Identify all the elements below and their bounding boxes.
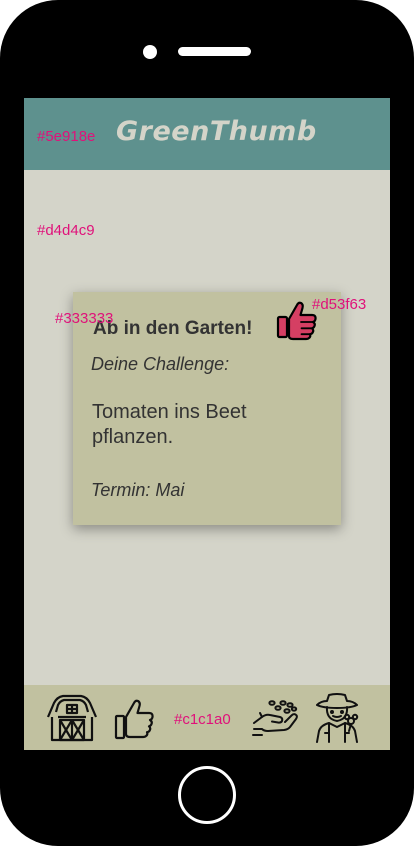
background-color-label: #d4d4c9	[37, 222, 95, 239]
camera	[143, 45, 157, 59]
challenge-task: Tomaten ins Beet pflanzen.	[92, 401, 247, 448]
gardener-icon[interactable]	[311, 693, 363, 743]
app-screen: GreenThumb Ab in den Garten! Deine Chall…	[24, 98, 390, 750]
speaker	[178, 47, 251, 56]
thumbs-up-icon[interactable]	[111, 693, 163, 743]
card-title: Ab in den Garten!	[93, 318, 253, 339]
accent-color-label: #d53f63	[312, 296, 367, 313]
home-button[interactable]	[178, 766, 236, 824]
app-title: GreenThumb	[116, 116, 317, 147]
card-subtitle: Deine Challenge:	[91, 354, 230, 374]
text-color-label: #333333	[55, 310, 114, 327]
nav-color-label: #c1c1a0	[174, 711, 231, 728]
challenge-date: Termin: Mai	[91, 480, 185, 500]
seeds-hand-icon[interactable]	[250, 693, 302, 743]
barn-icon[interactable]	[46, 693, 98, 743]
header-color-label: #5e918e	[37, 128, 96, 145]
